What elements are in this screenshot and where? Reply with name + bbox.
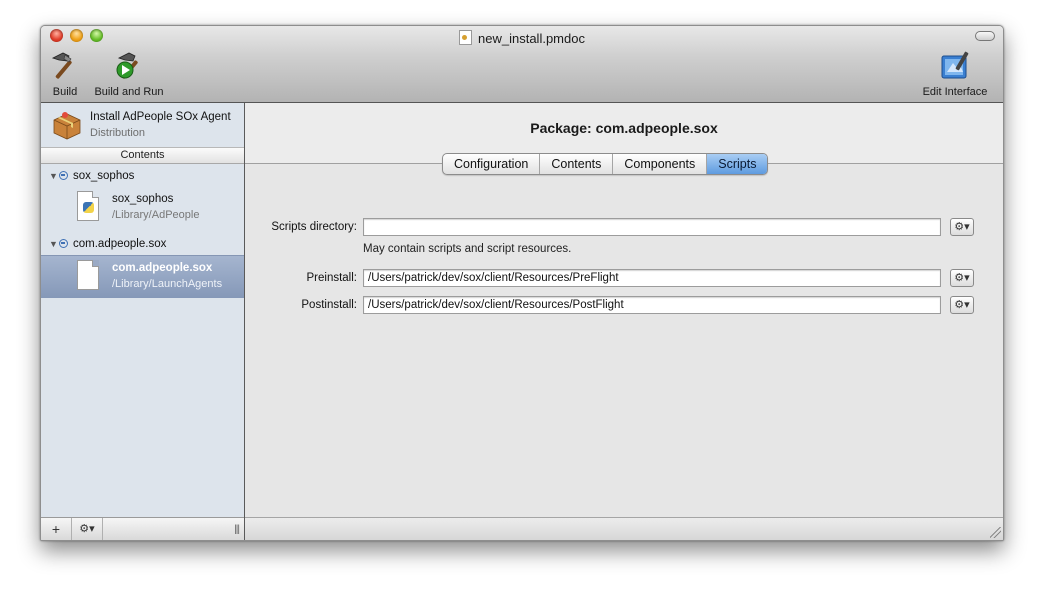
window-title: new_install.pmdoc — [41, 30, 1003, 46]
edit-interface-icon — [941, 51, 969, 79]
python-file-icon — [77, 191, 99, 221]
tree-group-sox-sophos[interactable]: ▼ sox_sophos — [49, 170, 134, 182]
package-icon — [53, 112, 81, 140]
tab-contents[interactable]: Contents — [540, 154, 614, 174]
scripts-directory-field[interactable] — [363, 218, 941, 236]
tree-item-name: com.adpeople.sox — [112, 262, 213, 274]
tree-item-name: sox_sophos — [112, 193, 174, 205]
distribution-title: Install AdPeople SOx Agent — [90, 111, 231, 123]
contents-section-header: Contents — [41, 147, 244, 164]
tab-components[interactable]: Components — [613, 154, 708, 174]
split-resize-grip-icon[interactable]: ||| — [234, 524, 240, 535]
python-logo-icon — [83, 202, 94, 213]
preinstall-label: Preinstall: — [306, 272, 358, 284]
package-choice-icon — [59, 239, 68, 248]
titlebar-toolbar: new_install.pmdoc Build Build and Run Ed… — [41, 26, 1003, 103]
tree-group-com-adpeople-sox[interactable]: ▼ com.adpeople.sox — [49, 238, 166, 250]
preinstall-gear-button[interactable]: ⚙▾ — [950, 269, 974, 287]
tree-item-path: /Library/LaunchAgents — [112, 278, 223, 290]
app-window: new_install.pmdoc Build Build and Run Ed… — [40, 25, 1004, 541]
package-title: Package: com.adpeople.sox — [530, 120, 718, 136]
file-icon — [77, 260, 99, 290]
tree-item-path: /Library/AdPeople — [112, 209, 200, 221]
tree-item-com-adpeople-sox[interactable]: com.adpeople.sox /Library/LaunchAgents — [41, 255, 244, 298]
distribution-subtitle: Distribution — [90, 127, 146, 139]
postinstall-gear-button[interactable]: ⚙▾ — [950, 296, 974, 314]
disclosure-triangle-icon[interactable]: ▼ — [49, 171, 59, 181]
build-and-run-button[interactable]: Build and Run — [91, 50, 167, 98]
tab-configuration[interactable]: Configuration — [443, 154, 541, 174]
main-bottom-bar — [245, 517, 1003, 540]
package-choice-icon — [59, 171, 68, 180]
distribution-item[interactable]: Install AdPeople SOx Agent Distribution — [41, 103, 244, 147]
toolbar-toggle-button[interactable] — [975, 31, 995, 41]
sidebar-action-gear-button[interactable]: ⚙▾ — [72, 518, 103, 540]
scripts-directory-label: Scripts directory: — [271, 221, 357, 233]
tab-scripts[interactable]: Scripts — [707, 154, 768, 174]
sidebar-bottom-bar: + ⚙▾ ||| — [41, 517, 244, 540]
tree-item-sox-sophos[interactable]: sox_sophos /Library/AdPeople — [41, 187, 244, 229]
main-pane: Package: com.adpeople.sox Configuration … — [245, 103, 1003, 540]
document-icon — [459, 30, 473, 45]
hammer-icon — [51, 52, 72, 79]
disclosure-triangle-icon[interactable]: ▼ — [49, 239, 59, 249]
scripts-directory-hint: May contain scripts and script resources… — [363, 243, 572, 255]
scripts-directory-gear-button[interactable]: ⚙▾ — [950, 218, 974, 236]
postinstall-label: Postinstall: — [301, 299, 357, 311]
tab-bar: Configuration Contents Components Script… — [442, 153, 769, 175]
preinstall-field[interactable]: /Users/patrick/dev/sox/client/Resources/… — [363, 269, 941, 287]
sidebar: Install AdPeople SOx Agent Distribution … — [41, 103, 245, 540]
postinstall-field[interactable]: /Users/patrick/dev/sox/client/Resources/… — [363, 296, 941, 314]
edit-interface-button[interactable]: Edit Interface — [915, 50, 995, 98]
hammer-run-icon — [116, 52, 138, 79]
build-button[interactable]: Build — [49, 50, 81, 98]
window-resize-grip-icon[interactable] — [990, 527, 1001, 538]
add-button[interactable]: + — [41, 518, 72, 540]
